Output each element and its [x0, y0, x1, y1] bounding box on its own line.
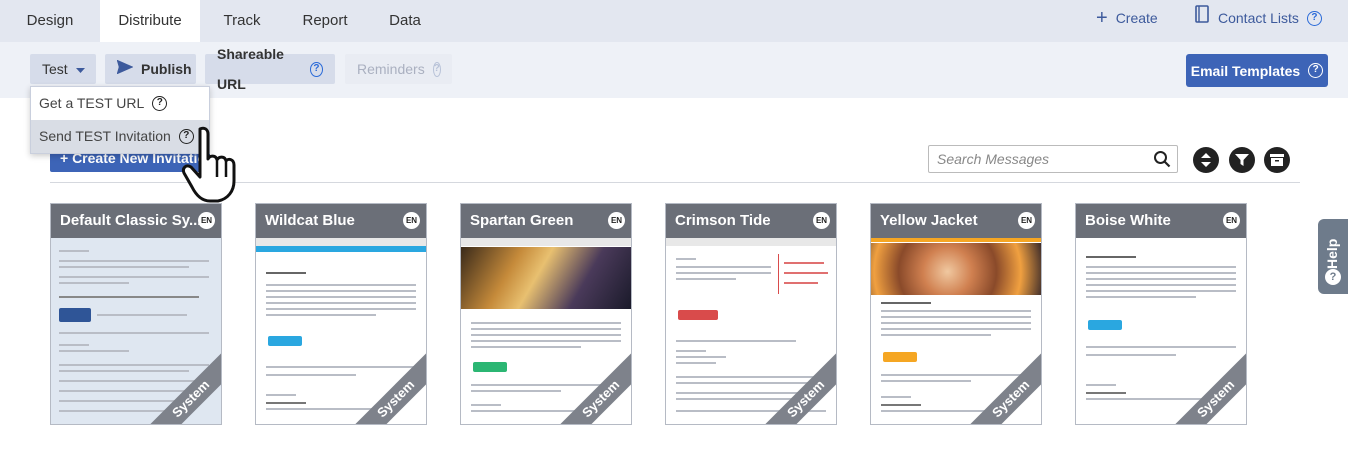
language-badge: EN: [608, 212, 625, 229]
hero-image: [461, 247, 631, 309]
send-icon: [116, 54, 134, 84]
language-badge: EN: [1018, 212, 1035, 229]
menu-item-get-test-url[interactable]: Get a TEST URL ?: [31, 87, 209, 120]
help-circle-icon[interactable]: ?: [152, 96, 168, 111]
tab-report[interactable]: Report: [284, 0, 366, 42]
archive-icon[interactable]: [1264, 147, 1290, 173]
language-badge: EN: [813, 212, 830, 229]
shareable-url-label: Shareable URL: [217, 46, 284, 92]
language-badge: EN: [403, 212, 420, 229]
template-card-crimson-tide[interactable]: Crimson Tide EN System: [665, 203, 837, 425]
reminders-label: Reminders: [357, 61, 425, 77]
help-label: Help: [1324, 238, 1340, 269]
reminders-button: Reminders ?: [345, 54, 452, 84]
template-card-wildcat-blue[interactable]: Wildcat Blue EN System: [255, 203, 427, 425]
hand-pointer-icon: [180, 125, 252, 212]
test-dropdown-button[interactable]: Test: [30, 54, 96, 84]
card-title: Wildcat Blue EN: [256, 204, 426, 238]
tab-distribute[interactable]: Distribute: [100, 0, 200, 42]
caret-down-icon: [75, 54, 85, 84]
help-circle-icon[interactable]: ?: [309, 61, 323, 77]
menu-item-label: Send TEST Invitation: [39, 128, 171, 144]
template-card-boise-white[interactable]: Boise White EN System: [1075, 203, 1247, 425]
help-tab[interactable]: Help ?: [1318, 219, 1348, 294]
contact-lists-link[interactable]: Contact Lists ?: [1194, 0, 1322, 36]
help-circle-icon: ?: [432, 61, 441, 77]
card-title: Boise White EN: [1076, 204, 1246, 238]
template-card-yellow-jacket[interactable]: Yellow Jacket EN System: [870, 203, 1042, 425]
hero-image: [871, 243, 1041, 295]
card-title: Yellow Jacket EN: [871, 204, 1041, 238]
create-link[interactable]: + Create: [1096, 0, 1158, 36]
book-icon: [1194, 0, 1210, 36]
help-circle-icon: ?: [1325, 269, 1341, 285]
email-templates-button[interactable]: Email Templates ?: [1186, 54, 1328, 87]
sort-icon[interactable]: [1193, 147, 1219, 173]
help-circle-icon[interactable]: ?: [1306, 10, 1322, 26]
test-label: Test: [42, 61, 68, 77]
top-nav: Design Distribute Track Report Data + Cr…: [0, 0, 1348, 42]
card-title: Crimson Tide EN: [666, 204, 836, 238]
menu-item-label: Get a TEST URL: [39, 95, 145, 111]
search-icon[interactable]: [1153, 150, 1171, 168]
language-badge: EN: [1223, 212, 1240, 229]
shareable-url-button[interactable]: Shareable URL ?: [205, 46, 335, 92]
create-label: Create: [1115, 10, 1158, 26]
search-messages-input[interactable]: Search Messages: [928, 145, 1178, 173]
publish-label: Publish: [141, 61, 192, 77]
language-badge: EN: [198, 212, 215, 229]
help-circle-icon[interactable]: ?: [1308, 63, 1324, 78]
plus-icon: +: [1096, 7, 1108, 29]
template-card-default-classic[interactable]: Default Classic Sy... EN System: [50, 203, 222, 425]
tab-design[interactable]: Design: [0, 0, 100, 42]
search-placeholder: Search Messages: [937, 151, 1050, 167]
filter-icon[interactable]: [1229, 147, 1255, 173]
tab-track[interactable]: Track: [200, 0, 284, 42]
email-templates-label: Email Templates: [1190, 62, 1301, 79]
card-title: Spartan Green EN: [461, 204, 631, 238]
template-card-spartan-green[interactable]: Spartan Green EN System: [460, 203, 632, 425]
contact-lists-label: Contact Lists: [1218, 10, 1299, 26]
tab-data[interactable]: Data: [366, 0, 444, 42]
publish-button[interactable]: Publish: [105, 54, 196, 84]
